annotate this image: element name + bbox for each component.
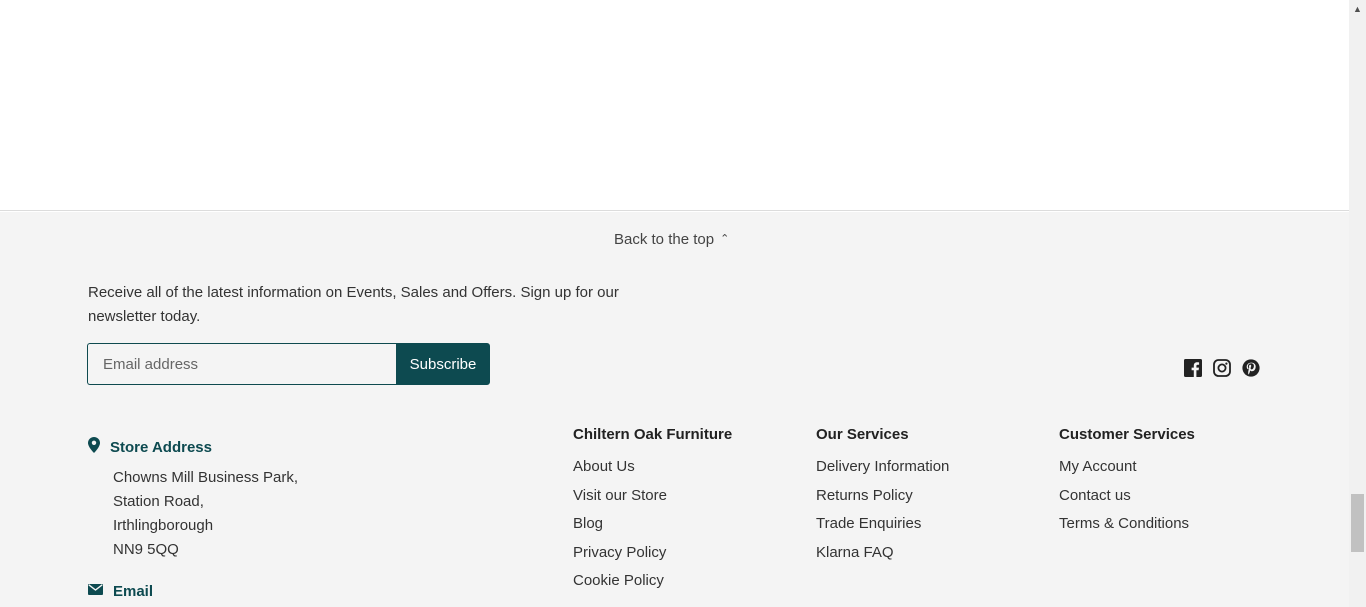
- main-content-area: [0, 0, 1349, 211]
- column-heading: Our Services: [816, 426, 909, 443]
- facebook-icon[interactable]: [1184, 359, 1202, 377]
- newsletter-form: Subscribe: [87, 343, 490, 385]
- footer-link-returns-policy[interactable]: Returns Policy: [816, 487, 913, 504]
- footer-link-terms-conditions[interactable]: Terms & Conditions: [1059, 515, 1189, 532]
- back-to-top-link[interactable]: Back to the top ⌃: [614, 231, 729, 248]
- footer-link-klarna-faq[interactable]: Klarna FAQ: [816, 544, 894, 561]
- footer-link-blog[interactable]: Blog: [573, 515, 603, 532]
- address-line: Irthlingborough: [113, 517, 214, 534]
- footer-column-customer-services: Customer Services My Account Contact us …: [1059, 426, 1195, 543]
- address-line: NN9 5QQ: [113, 541, 179, 558]
- envelope-icon: [88, 582, 103, 600]
- back-to-top-label: Back to the top: [614, 231, 715, 248]
- footer-link-trade-enquiries[interactable]: Trade Enquiries: [816, 515, 921, 532]
- scrollbar-thumb[interactable]: [1351, 494, 1364, 552]
- newsletter-text: Receive all of the latest information on…: [88, 284, 619, 325]
- footer-column-our-services: Our Services Delivery Information Return…: [816, 426, 949, 571]
- footer-link-visit-store[interactable]: Visit our Store: [573, 487, 667, 504]
- footer-link-my-account[interactable]: My Account: [1059, 458, 1137, 475]
- footer-link-cookie-policy[interactable]: Cookie Policy: [573, 572, 664, 589]
- footer-link-about-us[interactable]: About Us: [573, 458, 635, 475]
- social-links: [1184, 359, 1260, 377]
- email-title: Email: [113, 582, 154, 600]
- footer-link-contact-us[interactable]: Contact us: [1059, 487, 1131, 504]
- instagram-icon[interactable]: [1213, 359, 1231, 377]
- vertical-scrollbar[interactable]: ▲: [1349, 0, 1366, 607]
- pinterest-icon[interactable]: [1242, 359, 1260, 377]
- page: Back to the top ⌃ Receive all of the lat…: [0, 0, 1366, 607]
- map-pin-icon: [88, 437, 100, 458]
- column-heading: Chiltern Oak Furniture: [573, 426, 733, 443]
- subscribe-button[interactable]: Subscribe: [396, 343, 490, 385]
- store-address-lines: Chowns Mill Business Park, Station Road,…: [113, 466, 298, 562]
- email-input[interactable]: [87, 343, 396, 385]
- footer-link-delivery-information[interactable]: Delivery Information: [816, 458, 949, 475]
- footer-link-privacy-policy[interactable]: Privacy Policy: [573, 544, 666, 561]
- store-address-block: Store Address Chowns Mill Business Park,…: [88, 437, 298, 562]
- site-footer: Back to the top ⌃ Receive all of the lat…: [0, 212, 1349, 607]
- column-heading: Customer Services: [1059, 426, 1195, 443]
- address-line: Chowns Mill Business Park,: [113, 469, 299, 486]
- email-contact[interactable]: Email: [88, 582, 153, 600]
- footer-column-chiltern-oak: Chiltern Oak Furniture About Us Visit ou…: [573, 426, 732, 600]
- scroll-up-arrow-icon[interactable]: ▲: [1349, 0, 1366, 17]
- address-line: Station Road,: [113, 493, 204, 510]
- chevron-up-icon: ⌃: [720, 233, 730, 245]
- store-address-title: Store Address: [110, 439, 212, 456]
